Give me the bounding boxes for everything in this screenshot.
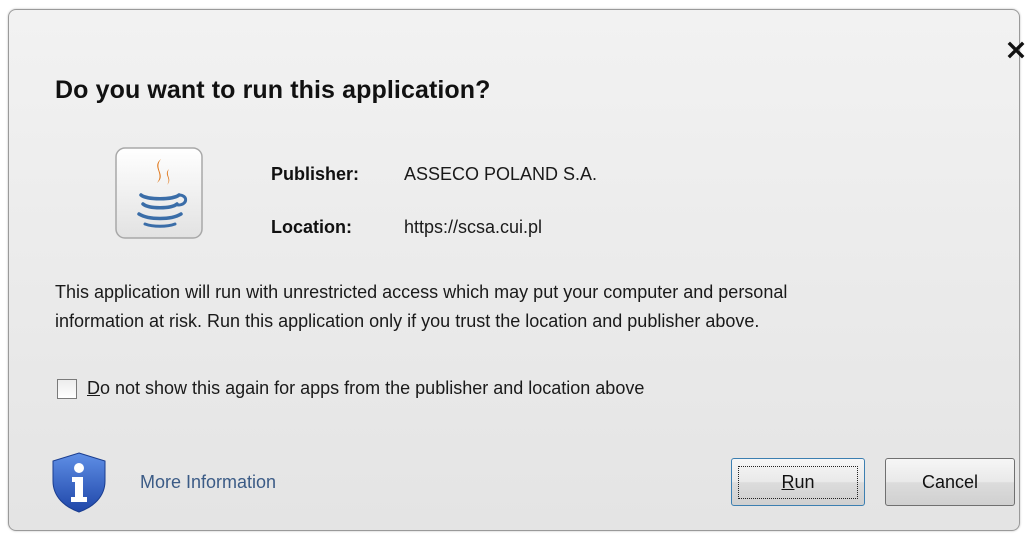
- security-dialog: Do you want to run this application? Pub…: [8, 9, 1025, 531]
- info-shield-icon: [52, 452, 106, 513]
- close-icon[interactable]: [1007, 41, 1025, 59]
- warning-line-2: information at risk. Run this applicatio…: [55, 311, 760, 331]
- publisher-value: ASSECO POLAND S.A.: [404, 164, 598, 184]
- location-value: https://scsa.cui.pl: [404, 217, 543, 237]
- cancel-button[interactable]: Cancel: [885, 458, 1015, 506]
- do-not-show-again-option[interactable]: Do not show this again for apps from the…: [57, 378, 644, 399]
- do-not-show-again-label[interactable]: Do not show this again for apps from the…: [87, 378, 644, 399]
- run-button[interactable]: Run: [731, 458, 865, 506]
- warning-line-1: This application will run with unrestric…: [55, 282, 788, 302]
- location-label: Location:: [271, 217, 352, 237]
- security-warning-text: This application will run with unrestric…: [55, 278, 985, 336]
- publisher-label: Publisher:: [271, 164, 360, 184]
- java-coffee-cup-icon: [115, 147, 203, 239]
- do-not-show-again-checkbox[interactable]: [57, 378, 77, 399]
- more-information-link[interactable]: More Information: [140, 472, 276, 493]
- dialog-title: Do you want to run this application?: [55, 76, 491, 104]
- run-button-label: Run: [738, 465, 858, 499]
